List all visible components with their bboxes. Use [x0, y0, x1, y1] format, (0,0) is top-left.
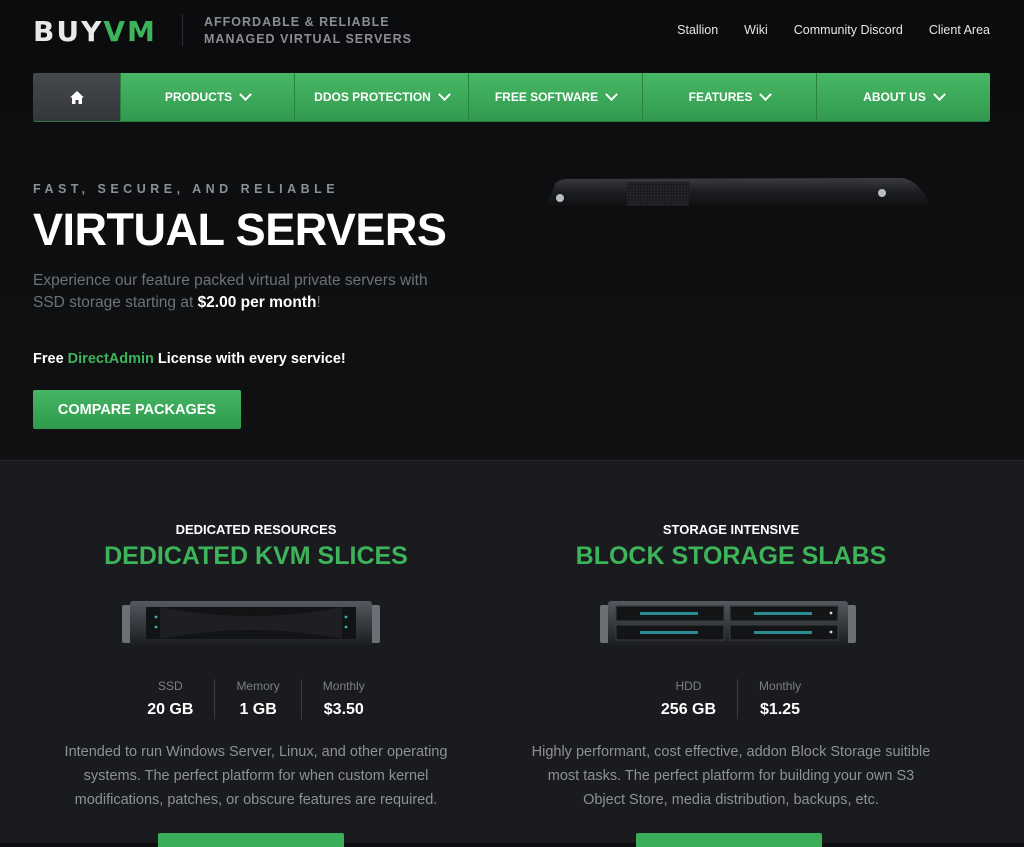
free-prefix: Free [33, 351, 64, 367]
buyvm-logo[interactable]: BUYVM [33, 15, 157, 48]
directadmin-highlight: DirectAdmin [67, 351, 154, 367]
spec-value: 20 GB [147, 701, 194, 718]
logo-divider [182, 14, 183, 46]
spec-ssd: SSD 20 GB [126, 679, 214, 719]
card-description: Intended to run Windows Server, Linux, a… [36, 740, 476, 812]
kvm-server-image [122, 601, 380, 645]
card-title[interactable]: BLOCK STORAGE SLABS [475, 542, 987, 571]
spec-label: SSD [157, 679, 183, 693]
tagline-line-2: MANAGED VIRTUAL SERVERS [204, 32, 412, 46]
spec-memory: Memory 1 GB [214, 679, 300, 719]
hero-desc-suffix: ! [316, 294, 321, 311]
block-storage-server-image [600, 601, 856, 645]
main-nav: PRODUCTS DDOS PROTECTION FREE SOFTWARE F… [33, 73, 990, 121]
card-title[interactable]: DEDICATED KVM SLICES [0, 542, 512, 571]
tagline: AFFORDABLE & RELIABLE MANAGED VIRTUAL SE… [204, 14, 412, 48]
nav-home-button[interactable] [33, 73, 120, 121]
hero-desc-line-2: SSD storage starting at [33, 294, 194, 311]
home-icon [69, 90, 84, 104]
spec-value: $3.50 [323, 701, 364, 718]
hero-section: BUYVM AFFORDABLE & RELIABLE MANAGED VIRT… [0, 0, 1024, 460]
top-links: Stallion Wiki Community Discord Client A… [677, 23, 990, 37]
card-desc-line: Object Store, media distribution, backup… [583, 792, 879, 808]
compare-packages-button[interactable]: COMPARE PACKAGES [33, 390, 241, 429]
free-license-line: Free DirectAdmin License with every serv… [33, 351, 346, 367]
block-storage-card-button[interactable] [636, 833, 822, 847]
chevron-down-icon [437, 87, 451, 101]
nav-label: FREE SOFTWARE [494, 90, 599, 104]
nav-item-ddos-protection[interactable]: DDOS PROTECTION [294, 73, 468, 121]
logo-vm: VM [103, 15, 157, 48]
spec-value: $1.25 [760, 701, 801, 718]
hero-server-image [547, 178, 930, 206]
free-suffix: License with every service! [157, 351, 346, 367]
logo-buy: BUY [33, 15, 104, 48]
spec-value: 256 GB [660, 701, 717, 718]
card-desc-line: modifications, patches, or obscure featu… [74, 792, 438, 808]
spec-value: 1 GB [239, 701, 277, 718]
hero-desc-line-1: Experience our feature packed virtual pr… [33, 272, 428, 289]
spec-monthly: Monthly $3.50 [300, 679, 386, 719]
hero-title: VIRTUAL SERVERS [33, 204, 447, 255]
chevron-down-icon [759, 87, 773, 101]
spec-label: Monthly [322, 679, 365, 693]
nav-label: FEATURES [688, 90, 753, 104]
chevron-down-icon [605, 87, 619, 101]
hero-eyebrow: FAST, SECURE, AND RELIABLE [33, 182, 340, 196]
nav-item-features[interactable]: FEATURES [642, 73, 816, 121]
nav-label: ABOUT US [863, 90, 926, 104]
kvm-card-button[interactable] [158, 833, 344, 847]
nav-item-free-software[interactable]: FREE SOFTWARE [468, 73, 642, 121]
top-link-community-discord[interactable]: Community Discord [794, 23, 903, 37]
card-desc-line: systems. The perfect platform for when c… [83, 768, 429, 784]
chevron-down-icon [932, 87, 946, 101]
card-description: Highly performant, cost effective, addon… [495, 740, 967, 812]
spec-hdd: HDD 256 GB [640, 679, 737, 719]
chevron-down-icon [239, 87, 253, 101]
hero-description: Experience our feature packed virtual pr… [33, 270, 493, 314]
card-desc-line: most tasks. The perfect platform for bui… [547, 768, 915, 784]
spec-label: Monthly [759, 679, 802, 693]
card-specs: SSD 20 GB Memory 1 GB Monthly $3.50 [0, 679, 512, 719]
nav-item-about-us[interactable]: ABOUT US [816, 73, 990, 121]
card-specs: HDD 256 GB Monthly $1.25 [475, 679, 987, 719]
card-kicker: STORAGE INTENSIVE [662, 522, 800, 537]
card-kicker: DEDICATED RESOURCES [175, 522, 337, 537]
hero-price: $2.00 per month [197, 294, 317, 311]
products-section: DEDICATED RESOURCES DEDICATED KVM SLICES… [0, 460, 1024, 847]
card-desc-line: Intended to run Windows Server, Linux, a… [64, 744, 448, 760]
nav-label: DDOS PROTECTION [314, 90, 431, 104]
card-desc-line: Highly performant, cost effective, addon… [531, 744, 931, 760]
top-link-wiki[interactable]: Wiki [744, 23, 768, 37]
spec-monthly: Monthly $1.25 [737, 679, 822, 719]
spec-label: Memory [236, 679, 280, 693]
top-link-client-area[interactable]: Client Area [929, 23, 990, 37]
nav-label: PRODUCTS [164, 90, 233, 104]
top-link-stallion[interactable]: Stallion [677, 23, 718, 37]
nav-item-products[interactable]: PRODUCTS [120, 73, 294, 121]
spec-label: HDD [675, 679, 702, 693]
tagline-line-1: AFFORDABLE & RELIABLE [204, 15, 390, 29]
